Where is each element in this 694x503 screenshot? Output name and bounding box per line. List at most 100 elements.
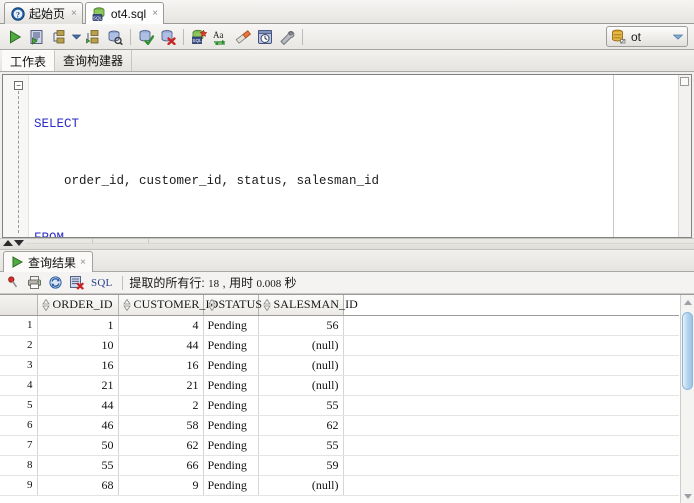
editor-scrollbar-track[interactable]: [678, 75, 691, 237]
cell-customer-id[interactable]: 44: [118, 335, 203, 355]
sort-updown-icon[interactable]: [263, 299, 271, 311]
run-statement-button[interactable]: [4, 26, 26, 48]
sql-history-button[interactable]: [254, 26, 276, 48]
row-number-cell[interactable]: 5: [0, 395, 37, 415]
code-fold-toggle[interactable]: −: [14, 81, 23, 90]
sql-editor[interactable]: − SELECT order_id, customer_id, status, …: [2, 74, 692, 238]
sort-updown-icon[interactable]: [208, 299, 216, 311]
triangle-down-icon[interactable]: [14, 240, 24, 246]
cell-salesman-id[interactable]: 59: [258, 455, 343, 475]
cell-customer-id[interactable]: 58: [118, 415, 203, 435]
commit-button[interactable]: [135, 26, 157, 48]
grid-header-customer-id[interactable]: CUSTOMER_ID: [118, 295, 203, 315]
format-sql-button[interactable]: Aa: [210, 26, 232, 48]
unshared-sql-worksheet-button[interactable]: SQL: [188, 26, 210, 48]
scrollbar-thumb[interactable]: [682, 312, 693, 390]
cell-salesman-id[interactable]: 55: [258, 435, 343, 455]
query-builder-button[interactable]: [276, 26, 298, 48]
autotrace-button[interactable]: [82, 26, 104, 48]
table-row[interactable]: 85566Pending59: [0, 455, 680, 475]
row-number-cell[interactable]: 8: [0, 455, 37, 475]
cell-status[interactable]: Pending: [203, 395, 258, 415]
row-number-cell[interactable]: 2: [0, 335, 37, 355]
cell-order-id[interactable]: 21: [37, 375, 118, 395]
cell-status[interactable]: Pending: [203, 315, 258, 335]
cell-salesman-id[interactable]: (null): [258, 335, 343, 355]
cell-customer-id[interactable]: 66: [118, 455, 203, 475]
cell-order-id[interactable]: 16: [37, 355, 118, 375]
cell-customer-id[interactable]: 4: [118, 315, 203, 335]
row-number-cell[interactable]: 1: [0, 315, 37, 335]
cell-customer-id[interactable]: 16: [118, 355, 203, 375]
cell-salesman-id[interactable]: (null): [258, 475, 343, 495]
row-number-cell[interactable]: 3: [0, 355, 37, 375]
grid-header-order-id[interactable]: ORDER_ID: [37, 295, 118, 315]
cell-customer-id[interactable]: 62: [118, 435, 203, 455]
subtab-worksheet[interactable]: 工作表: [2, 50, 55, 71]
cell-status[interactable]: Pending: [203, 375, 258, 395]
splitter-arrows[interactable]: [3, 240, 24, 246]
refresh-button[interactable]: [45, 273, 65, 293]
cell-status[interactable]: Pending: [203, 455, 258, 475]
table-row[interactable]: 9689Pending(null): [0, 475, 680, 495]
cell-order-id[interactable]: 50: [37, 435, 118, 455]
sort-updown-icon[interactable]: [42, 299, 50, 311]
cell-customer-id[interactable]: 21: [118, 375, 203, 395]
grid-vertical-scrollbar[interactable]: [680, 295, 694, 503]
grid-header-salesman-id[interactable]: SALESMAN_ID: [258, 295, 343, 315]
cell-status[interactable]: Pending: [203, 335, 258, 355]
table-row[interactable]: 42121Pending(null): [0, 375, 680, 395]
tab-query-result[interactable]: 查询结果 ×: [3, 251, 93, 272]
editor-scroll-box[interactable]: [680, 77, 689, 86]
cell-status[interactable]: Pending: [203, 355, 258, 375]
sql-mode-label[interactable]: SQL: [87, 277, 116, 289]
cell-customer-id[interactable]: 2: [118, 395, 203, 415]
cell-salesman-id[interactable]: 55: [258, 395, 343, 415]
cell-order-id[interactable]: 46: [37, 415, 118, 435]
explain-plan-dropdown[interactable]: [70, 26, 82, 48]
table-row[interactable]: 31616Pending(null): [0, 355, 680, 375]
sort-updown-icon[interactable]: [123, 299, 131, 311]
export-button[interactable]: [66, 273, 86, 293]
cell-order-id[interactable]: 1: [37, 315, 118, 335]
rollback-button[interactable]: [157, 26, 179, 48]
tab-start-page[interactable]: ? 起始页 ×: [4, 2, 83, 24]
scroll-down-button[interactable]: [681, 489, 694, 503]
connection-picker[interactable]: ot: [606, 26, 688, 47]
cell-salesman-id[interactable]: (null): [258, 355, 343, 375]
pin-results-button[interactable]: [3, 273, 23, 293]
cell-order-id[interactable]: 55: [37, 455, 118, 475]
cell-order-id[interactable]: 10: [37, 335, 118, 355]
cell-salesman-id[interactable]: 62: [258, 415, 343, 435]
results-grid[interactable]: ORDER_ID CUSTOMER_ID: [0, 295, 681, 496]
editor-results-splitter[interactable]: [0, 238, 694, 250]
cell-salesman-id[interactable]: 56: [258, 315, 343, 335]
table-row[interactable]: 114Pending56: [0, 315, 680, 335]
subtab-query-builder[interactable]: 查询构建器: [55, 50, 132, 71]
grid-corner-cell[interactable]: [0, 295, 37, 315]
cell-order-id[interactable]: 68: [37, 475, 118, 495]
sql-code-area[interactable]: SELECT order_id, customer_id, status, sa…: [29, 75, 691, 237]
close-icon[interactable]: ×: [80, 257, 86, 268]
row-number-cell[interactable]: 4: [0, 375, 37, 395]
clear-button[interactable]: [232, 26, 254, 48]
row-number-cell[interactable]: 6: [0, 415, 37, 435]
tab-ot4-sql[interactable]: SQL ot4.sql ×: [85, 2, 164, 24]
row-number-cell[interactable]: 9: [0, 475, 37, 495]
cell-order-id[interactable]: 44: [37, 395, 118, 415]
scroll-up-button[interactable]: [681, 295, 694, 309]
print-button[interactable]: [24, 273, 44, 293]
sql-tuning-button[interactable]: [104, 26, 126, 48]
table-row[interactable]: 75062Pending55: [0, 435, 680, 455]
run-script-button[interactable]: [26, 26, 48, 48]
cell-status[interactable]: Pending: [203, 475, 258, 495]
triangle-up-icon[interactable]: [3, 240, 13, 246]
table-row[interactable]: 64658Pending62: [0, 415, 680, 435]
table-row[interactable]: 5442Pending55: [0, 395, 680, 415]
cell-salesman-id[interactable]: (null): [258, 375, 343, 395]
close-icon[interactable]: ×: [150, 8, 158, 19]
explain-plan-button[interactable]: [48, 26, 70, 48]
table-row[interactable]: 21044Pending(null): [0, 335, 680, 355]
cell-status[interactable]: Pending: [203, 435, 258, 455]
close-icon[interactable]: ×: [69, 8, 77, 19]
